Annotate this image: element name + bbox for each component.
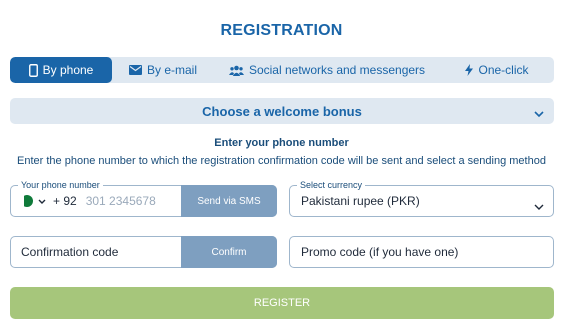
register-button[interactable]: REGISTER — [10, 287, 554, 319]
chevron-down-icon — [534, 198, 544, 216]
phone-input[interactable] — [85, 194, 176, 208]
instructions-text: Enter the phone number to which the regi… — [17, 155, 546, 167]
tab-label: Social networks and messengers — [248, 63, 426, 77]
registration-method-tabs: By phone By e-mail Social networks and m… — [10, 57, 554, 83]
promo-code-field — [289, 236, 554, 268]
mail-icon — [128, 65, 142, 75]
send-via-sms-button[interactable]: Send via SMS — [181, 185, 277, 217]
chevron-down-icon — [534, 106, 544, 121]
welcome-bonus-dropdown[interactable]: Choose a welcome bonus — [10, 98, 554, 124]
currency-select[interactable]: Select currency Pakistani rupee (PKR) — [289, 179, 554, 217]
currency-value: Pakistani rupee (PKR) — [301, 194, 420, 208]
promo-code-input[interactable] — [301, 245, 541, 259]
tab-label: One-click — [478, 63, 529, 77]
tab-one-click[interactable]: One-click — [440, 57, 554, 83]
chevron-down-icon[interactable] — [38, 192, 46, 210]
currency-legend: Select currency — [297, 179, 366, 191]
tab-label: By e-mail — [146, 63, 197, 77]
users-icon — [228, 65, 244, 76]
page-title: REGISTRATION — [220, 22, 343, 39]
confirmation-code-field: Confirm — [10, 236, 277, 268]
country-code: + 92 — [53, 194, 77, 208]
tab-social-networks[interactable]: Social networks and messengers — [214, 57, 440, 83]
phone-subheading: Enter your phone number — [214, 137, 349, 149]
tab-by-phone[interactable]: By phone — [10, 57, 112, 83]
confirmation-code-input[interactable] — [21, 245, 171, 259]
phone-number-field: Your phone number + 92 Send via SMS — [10, 179, 277, 217]
lightning-icon — [465, 64, 474, 76]
phone-icon — [28, 63, 38, 77]
pakistan-flag-icon[interactable] — [21, 195, 33, 207]
tab-label: By phone — [42, 63, 94, 77]
confirm-button[interactable]: Confirm — [181, 236, 277, 268]
tab-by-email[interactable]: By e-mail — [112, 57, 214, 83]
welcome-bonus-label: Choose a welcome bonus — [202, 103, 362, 119]
